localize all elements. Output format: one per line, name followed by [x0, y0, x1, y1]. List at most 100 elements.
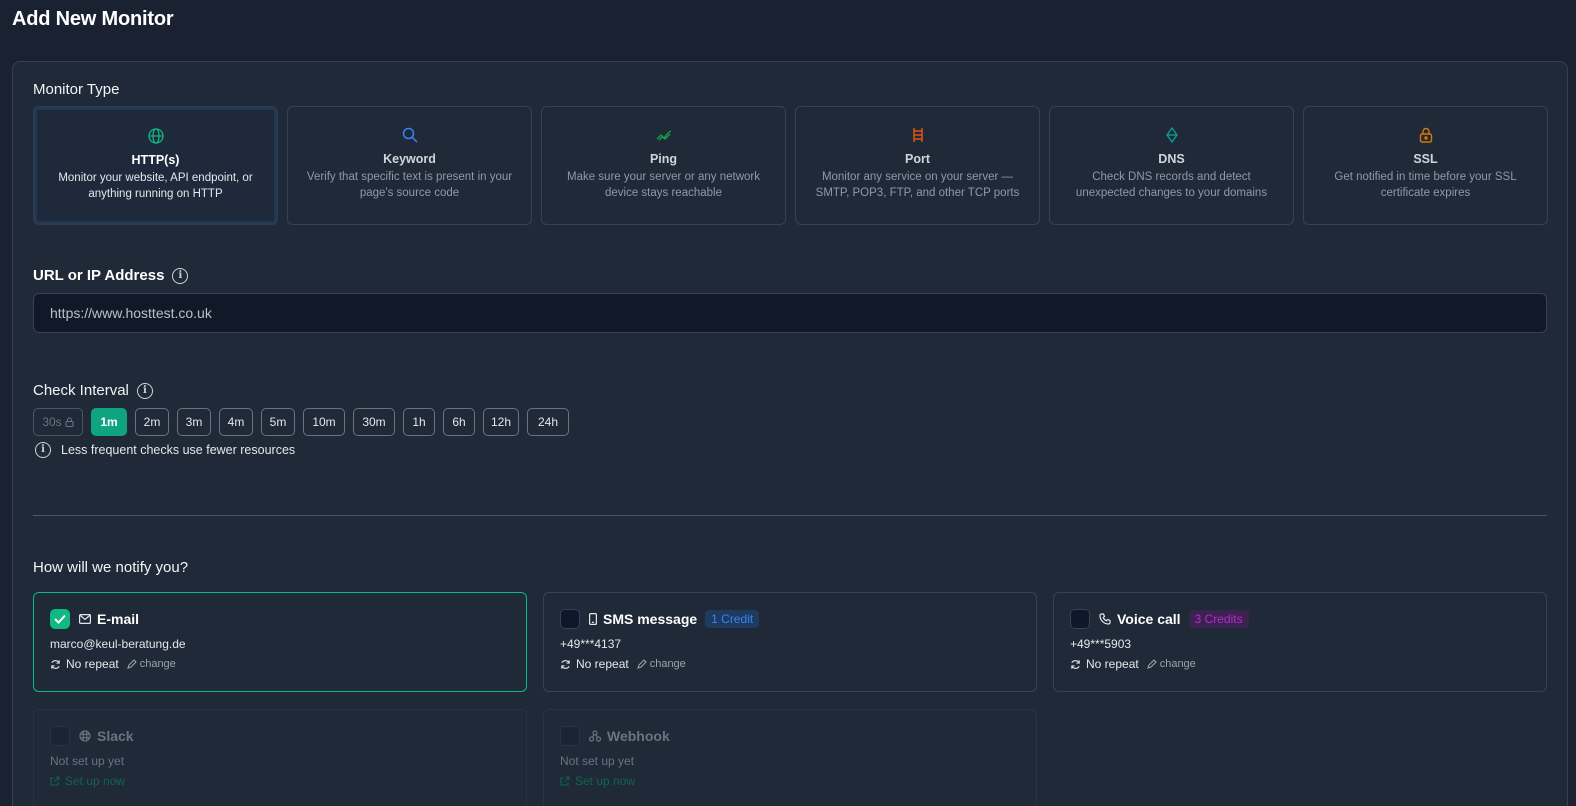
type-desc: Check DNS records and detect unexpected …	[1075, 171, 1268, 199]
type-desc: Verify that specific text is present in …	[306, 171, 513, 199]
info-icon: i	[35, 442, 51, 458]
interval-30s[interactable]: 30s	[33, 408, 83, 436]
divider	[33, 515, 1547, 516]
setup-text: Set up now	[575, 774, 636, 788]
channel-detail: Not set up yet	[50, 754, 125, 768]
type-card-dns[interactable]: DNS Check DNS records and detect unexpec…	[1049, 106, 1294, 225]
phone-icon	[1099, 613, 1111, 625]
interval-3m[interactable]: 3m	[177, 408, 211, 436]
interval-30m[interactable]: 30m	[353, 408, 395, 436]
info-icon[interactable]: i	[136, 383, 153, 400]
change-link[interactable]: change	[636, 658, 686, 670]
channel-detail: Not set up yet	[560, 754, 635, 768]
slack-icon	[79, 730, 91, 742]
interval-10m[interactable]: 10m	[303, 408, 345, 436]
url-label-text: URL or IP Address	[33, 267, 165, 284]
channel-name: Slack	[97, 728, 134, 744]
setup-link[interactable]: Set up now	[50, 774, 526, 788]
repeat-text: No repeat	[1086, 657, 1139, 671]
repeat-setting: No repeat change	[1070, 657, 1546, 671]
repeat-setting: No repeat change	[560, 657, 1036, 671]
voice-checkbox[interactable]	[1070, 609, 1090, 629]
interval-2m[interactable]: 2m	[135, 408, 169, 436]
globe-icon	[35, 126, 276, 146]
setup-link[interactable]: Set up now	[560, 774, 1036, 788]
repeat-text: No repeat	[576, 657, 629, 671]
lock-icon	[1304, 125, 1547, 145]
interval-1m[interactable]: 1m	[91, 408, 127, 436]
external-link-icon	[560, 776, 570, 786]
repeat-icon	[1071, 659, 1080, 669]
type-name: SSL	[1413, 152, 1438, 166]
credit-badge: 3 Credits	[1188, 610, 1249, 628]
url-label: URL or IP Address i	[33, 267, 189, 285]
interval-text: 30s	[42, 415, 62, 429]
phone-mobile-icon	[589, 613, 597, 625]
change-link[interactable]: change	[126, 658, 176, 670]
webhook-checkbox	[560, 726, 580, 746]
page-title: Add New Monitor	[12, 8, 174, 30]
type-name: HTTP(s)	[131, 153, 180, 167]
type-card-keyword[interactable]: Keyword Verify that specific text is pre…	[287, 106, 532, 225]
interval-label-text: Check Interval	[33, 382, 129, 399]
type-card-http[interactable]: HTTP(s) Monitor your website, API endpoi…	[33, 106, 278, 225]
interval-hint: i Less frequent checks use fewer resourc…	[35, 442, 295, 458]
type-name: Keyword	[383, 152, 436, 166]
pencil-icon	[126, 659, 137, 669]
external-link-icon	[50, 776, 60, 786]
repeat-text: No repeat	[66, 657, 119, 671]
search-icon	[288, 125, 531, 145]
slack-checkbox	[50, 726, 70, 746]
info-icon[interactable]: i	[172, 268, 189, 285]
interval-5m[interactable]: 5m	[261, 408, 295, 436]
notify-label: How will we notify you?	[33, 559, 189, 576]
repeat-setting: No repeat change	[50, 657, 526, 671]
notify-card-email[interactable]: E-mail marco@keul-beratung.de No repeat …	[33, 592, 527, 692]
type-card-ssl[interactable]: SSL Get notified in time before your SSL…	[1303, 106, 1548, 225]
type-card-ping[interactable]: Ping Make sure your server or any networ…	[541, 106, 786, 225]
type-desc: Monitor any service on your server — SMT…	[815, 171, 1020, 199]
pulse-icon	[542, 125, 785, 145]
credit-badge: 1 Credit	[705, 610, 760, 628]
channel-name: E-mail	[97, 611, 140, 627]
diamond-icon	[1050, 125, 1293, 145]
channel-name: Voice call	[1117, 611, 1181, 627]
type-card-port[interactable]: Port Monitor any service on your server …	[795, 106, 1040, 225]
pencil-icon	[1146, 659, 1157, 669]
type-name: Ping	[649, 152, 678, 166]
interval-4m[interactable]: 4m	[219, 408, 253, 436]
channel-detail: marco@keul-beratung.de	[50, 637, 186, 651]
repeat-icon	[51, 659, 60, 669]
channel-name: SMS message	[603, 611, 698, 627]
notify-card-voice[interactable]: Voice call 3 Credits +49***5903 No repea…	[1053, 592, 1547, 692]
monitor-type-label: Monitor Type	[33, 81, 120, 98]
change-link[interactable]: change	[1146, 658, 1196, 670]
channel-detail: +49***5903	[1070, 637, 1132, 651]
url-input[interactable]	[33, 293, 1547, 333]
sms-checkbox[interactable]	[560, 609, 580, 629]
monitor-form-panel: Monitor Type HTTP(s) Monitor your websit…	[12, 61, 1568, 806]
mail-icon	[79, 614, 91, 624]
setup-text: Set up now	[65, 774, 126, 788]
notify-card-webhook: Webhook Not set up yet Set up now	[543, 709, 1037, 806]
webhook-icon	[589, 730, 601, 742]
notify-card-sms[interactable]: SMS message 1 Credit +49***4137 No repea…	[543, 592, 1037, 692]
repeat-icon	[561, 659, 570, 669]
interval-12h[interactable]: 12h	[483, 408, 519, 436]
lock-icon	[65, 417, 74, 427]
pencil-icon	[636, 659, 647, 669]
hint-text: Less frequent checks use fewer resources	[61, 443, 296, 457]
interval-1h[interactable]: 1h	[403, 408, 435, 436]
type-name: Port	[905, 152, 930, 166]
type-desc: Make sure your server or any network dev…	[566, 171, 761, 199]
interval-6h[interactable]: 6h	[443, 408, 475, 436]
interval-options: 30s 1m 2m 3m 4m 5m 10m 30m 1h 6h 12h 24h	[33, 408, 569, 436]
email-checkbox[interactable]	[50, 609, 70, 629]
interval-24h[interactable]: 24h	[527, 408, 569, 436]
ladder-icon	[796, 125, 1039, 145]
change-text: change	[1159, 658, 1196, 670]
change-text: change	[649, 658, 686, 670]
notify-card-slack: Slack Not set up yet Set up now	[33, 709, 527, 806]
channel-detail: +49***4137	[560, 637, 622, 651]
type-name: DNS	[1158, 152, 1185, 166]
